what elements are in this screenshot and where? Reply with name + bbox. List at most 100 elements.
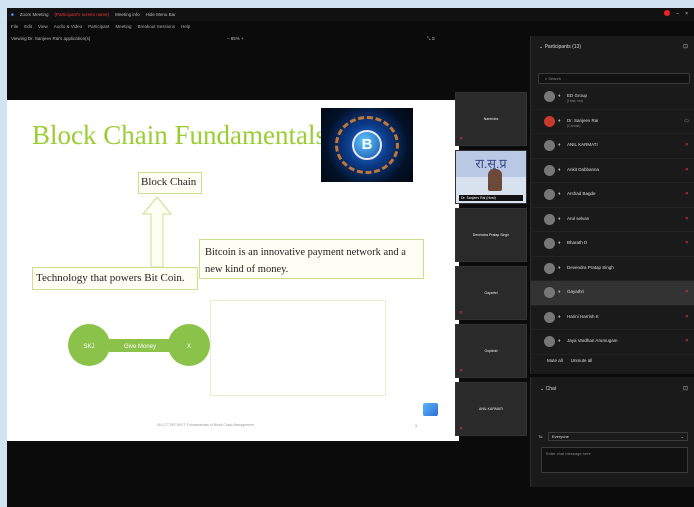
mute-all-button[interactable]: Mute all — [547, 358, 563, 363]
participant-row[interactable]: ♦ Arul selvan ✕ — [531, 208, 694, 232]
block-chain-box: Block Chain — [138, 172, 202, 194]
bitcoin-description-box: Bitcoin is an innovative payment network… — [199, 239, 424, 279]
participants-header: ⌄ Participants (13) — [539, 44, 581, 50]
mic-muted-icon: ✕ — [459, 310, 464, 316]
chat-recipient-select[interactable]: Everyone ⌄ — [548, 432, 688, 441]
view-bar: Viewing Dr. Sanjeev Rai's application(s)… — [7, 33, 457, 45]
avatar — [544, 91, 555, 102]
participant-row[interactable]: ♦ Gayathri ✕ — [531, 281, 694, 306]
participant-row[interactable]: ♦ ED Group (Host, me) — [531, 85, 694, 110]
menu-bar: File Edit View Audio & Video Participant… — [7, 21, 527, 31]
mic-icon: ♦ — [558, 215, 561, 222]
mic-muted-icon: ✕ — [684, 166, 689, 173]
avatar — [544, 238, 555, 249]
menu-edit[interactable]: Edit — [24, 24, 32, 29]
participant-row[interactable]: ♦ Harini Harrish K ✕ — [531, 306, 694, 330]
mic-muted-icon: ✕ — [684, 215, 689, 222]
menu-file[interactable]: File — [11, 24, 18, 29]
mic-muted-icon: ✕ — [684, 289, 689, 295]
mute-controls: Mute all Unmute all — [547, 358, 592, 363]
mic-icon: ♦ — [558, 338, 561, 344]
viewing-label: Viewing Dr. Sanjeev Rai's application(s) — [11, 36, 91, 41]
tile-name: Gayathri — [484, 291, 498, 295]
avatar — [544, 262, 555, 274]
mic-icon: ♦ — [558, 264, 561, 271]
mic-muted-icon: ✕ — [684, 338, 689, 344]
video-tile[interactable]: Gopikrid ✕ — [455, 324, 527, 378]
technology-box: Technology that powers Bit Coin. — [32, 267, 198, 290]
participant-row[interactable]: ♦ Dr. Sanjeev Rai (Cohost) ▭ — [531, 110, 694, 134]
chat-header: ⌄ Chat — [540, 386, 557, 392]
avatar — [544, 287, 555, 298]
video-tile[interactable]: Narendra ✕ — [455, 92, 527, 146]
menu-view[interactable]: View — [38, 24, 48, 29]
participants-list: ♦ ED Group (Host, me) ♦ Dr. Sanjeev Rai (Coh… — [531, 85, 694, 355]
video-icon: ▭ — [684, 117, 689, 124]
mic-icon: ♦ — [558, 289, 561, 295]
mic-icon: ♦ — [558, 240, 561, 246]
window-controls: – × — [664, 10, 688, 18]
close-icon[interactable]: × — [685, 11, 688, 17]
video-tile[interactable]: Gayathri ✕ — [455, 266, 527, 320]
menu-participant[interactable]: Participant — [88, 24, 109, 29]
zoom-level: 65% — [230, 36, 240, 41]
participant-row[interactable]: ♦ Devendra Pratap Singh — [531, 257, 694, 281]
mic-muted-icon: ✕ — [459, 136, 464, 142]
view-controls[interactable]: ⤡ ⊡ — [427, 36, 435, 41]
bitcoin-coin-icon: B — [352, 130, 382, 160]
bitcoin-image: B — [321, 108, 413, 182]
avatar — [544, 115, 555, 127]
menu-meeting[interactable]: Meeting — [115, 24, 131, 29]
tile-name: Dr. Sanjeev Rai (Host) — [459, 195, 523, 201]
chat-panel: ⌄ Chat ⊡ To: Everyone ⌄ Enter chat messa… — [530, 377, 694, 487]
menu-help[interactable]: Help — [181, 24, 190, 29]
participant-row[interactable]: ♦ Ankit Dabbanna ✕ — [531, 159, 694, 183]
mic-icon: ♦ — [558, 93, 561, 99]
menu-breakout[interactable]: Breakout Sessions — [137, 24, 175, 29]
mic-muted-icon: ✕ — [684, 191, 689, 197]
chat-message-input[interactable]: Enter chat message here — [541, 447, 688, 473]
video-tile-active[interactable]: रा.सु.प्र Dr. Sanjeev Rai (Host) — [455, 150, 527, 204]
participant-row[interactable]: ♦ Bharath D ✕ — [531, 232, 694, 257]
tile-name: Gopikrid — [484, 349, 498, 353]
chat-options-icon[interactable]: ⊡ — [683, 385, 688, 392]
flow-left-label: SKJ — [83, 344, 94, 350]
video-tile[interactable]: Devendra Pratap Singh — [455, 208, 527, 262]
hide-menu-button[interactable]: Hide Menu Bar — [146, 12, 176, 17]
participant-row[interactable]: ♦ Arshad Bagde ✕ — [531, 183, 694, 208]
tile-name: Narendra — [483, 117, 499, 121]
avatar — [544, 311, 555, 323]
meeting-info-button[interactable]: Meeting info — [115, 12, 140, 17]
window-titlebar: ■ Zoom Meeting (Participant's screen nam… — [7, 8, 694, 21]
logo-icon — [423, 403, 438, 416]
panel-options-icon[interactable]: ⊡ — [683, 43, 688, 50]
unmute-all-button[interactable]: Unmute all — [571, 358, 593, 363]
chat-to-label: To: — [538, 434, 544, 439]
mic-icon: ♦ — [558, 191, 561, 197]
slide-page-number: 5 — [415, 423, 418, 428]
chevron-down-icon: ⌄ — [680, 434, 684, 439]
avatar — [544, 189, 555, 200]
mic-muted-icon: ✕ — [684, 313, 689, 320]
flow-middle-label: Give Money — [124, 344, 156, 350]
tile-name: Devendra Pratap Singh — [472, 233, 510, 237]
mic-icon: ♦ — [558, 142, 561, 148]
recording-icon — [664, 10, 671, 18]
slide-footer: SKJ CT DET/KR T Fundamentals of Block Ch… — [157, 423, 254, 427]
mic-icon: ♦ — [558, 117, 561, 124]
participant-row[interactable]: ♦ Jaya Vardhan Arumugam ✕ — [531, 330, 694, 355]
avatar — [544, 213, 555, 225]
participant-row[interactable]: ♦ ANIL KARMATI ✕ — [531, 134, 694, 159]
minimize-icon[interactable]: – — [676, 11, 679, 17]
person-video — [488, 169, 502, 191]
mic-muted-icon: ✕ — [459, 426, 464, 432]
participants-search-input[interactable]: ⌕ Search — [538, 73, 690, 84]
video-tile[interactable]: ANIL KARMATI ✕ — [455, 382, 527, 436]
avatar — [544, 336, 555, 347]
menu-audio-video[interactable]: Audio & Video — [54, 24, 82, 29]
mic-muted-icon: ✕ — [684, 240, 689, 246]
zoom-level-selector[interactable]: – 65% + — [227, 36, 244, 41]
zoom-logo-icon: ■ — [11, 12, 14, 17]
slide-title: Block Chain Fundamentals — [32, 120, 326, 150]
avatar — [544, 140, 555, 151]
